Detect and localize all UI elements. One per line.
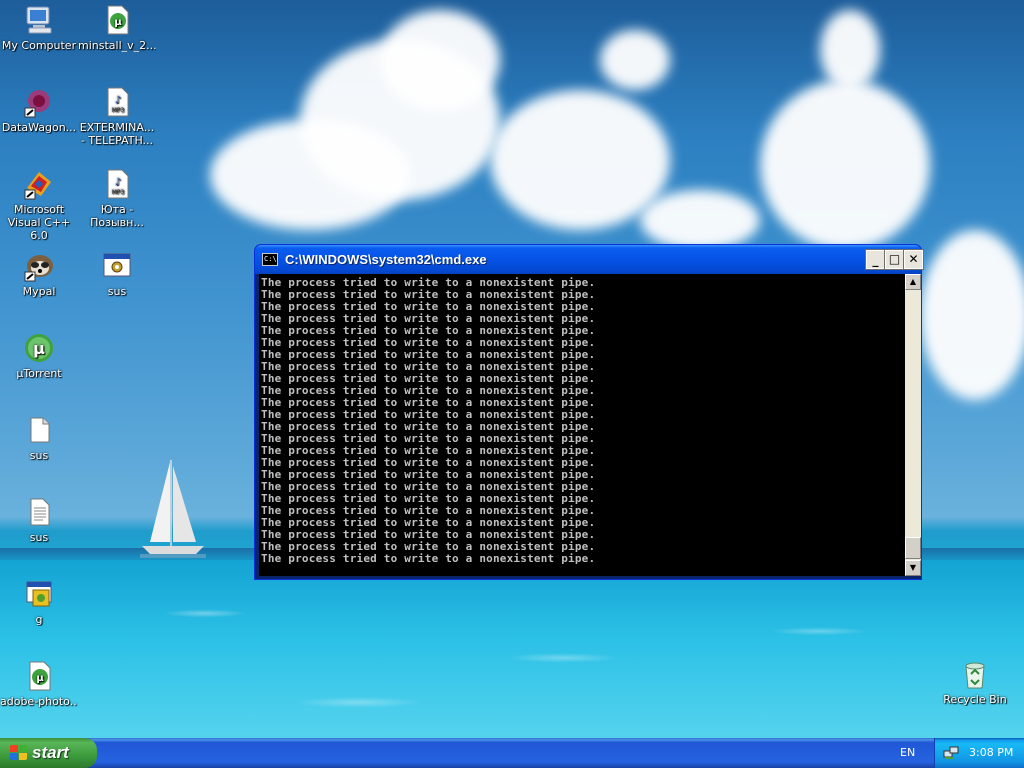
start-label: start	[32, 743, 69, 762]
desktop-icon-label: My Computer	[1, 39, 77, 52]
desktop-icon-label: DataWagon...	[1, 121, 77, 134]
minimize-button[interactable]: _	[865, 249, 886, 270]
text-document-icon	[23, 496, 55, 528]
desktop-icon-adobe-photo[interactable]: µ adobe-photo...	[0, 660, 78, 708]
scroll-up-button[interactable]: ▲	[905, 274, 921, 290]
desktop-icon-sus-text[interactable]: sus	[0, 496, 78, 544]
desktop[interactable]: My Computer DataWagon... Microsoft Visua…	[0, 0, 1024, 738]
maximize-button[interactable]: □	[884, 249, 905, 270]
cloud	[640, 190, 760, 250]
desktop-icon-utorrent[interactable]: µ µTorrent	[0, 332, 78, 380]
desktop-icon-sus-file[interactable]: sus	[0, 414, 78, 462]
scroll-thumb[interactable]	[905, 537, 921, 559]
svg-text:MP3: MP3	[112, 107, 125, 114]
cloud	[380, 10, 500, 110]
scroll-down-button[interactable]: ▼	[905, 560, 921, 576]
desktop-icon-my-computer[interactable]: My Computer	[0, 4, 78, 52]
svg-text:♪: ♪	[115, 177, 121, 188]
cloud	[210, 120, 410, 230]
desktop-icon-mypal[interactable]: Mypal	[0, 250, 78, 298]
cmd-window[interactable]: C:\ C:\WINDOWS\system32\cmd.exe _ □ ✕ Th…	[254, 244, 924, 580]
svg-text:♪: ♪	[115, 95, 121, 106]
window-title: C:\WINDOWS\system32\cmd.exe	[285, 252, 487, 267]
recycle-bin-icon	[959, 658, 991, 690]
desktop-icon-label: sus	[29, 531, 49, 544]
visual-studio-icon	[23, 168, 55, 200]
mypal-raccoon-icon	[23, 250, 55, 282]
mp3-file-icon: ♪ MP3	[101, 86, 133, 118]
cmd-titlebar[interactable]: C:\ C:\WINDOWS\system32\cmd.exe _ □ ✕	[255, 245, 924, 274]
svg-text:MP3: MP3	[112, 189, 125, 196]
svg-text:µ: µ	[36, 673, 44, 684]
cloud	[920, 230, 1024, 400]
datawagon-icon	[23, 86, 55, 118]
svg-text:µ: µ	[114, 17, 122, 28]
network-tray-icon[interactable]	[943, 745, 959, 761]
desktop-icon-minstall[interactable]: µ minstall_v_2...	[78, 4, 156, 52]
application-gear-icon	[101, 250, 133, 282]
desktop-icon-label: minstall_v_2...	[78, 39, 156, 52]
cloud	[820, 10, 880, 90]
desktop-icon-yuta-mp3[interactable]: ♪ MP3 Юта - Позывн...	[78, 168, 156, 229]
desktop-icon-label: Recycle Bin	[943, 693, 1007, 706]
computer-icon	[23, 4, 55, 36]
sea	[0, 560, 1024, 738]
desktop-icon-g[interactable]: g	[0, 578, 78, 626]
start-button[interactable]: start	[0, 738, 97, 768]
desktop-icon-label: sus	[107, 285, 127, 298]
clock[interactable]: 3:08 PM	[969, 746, 1013, 759]
cloud	[600, 30, 670, 90]
svg-text:µ: µ	[33, 339, 45, 358]
desktop-icon-label: Юта - Позывн...	[90, 203, 144, 229]
desktop-icon-label: sus	[29, 449, 49, 462]
desktop-icon-label: EXTERMINA... - TELEPATH...	[79, 121, 155, 147]
desktop-icon-recycle-bin[interactable]: Recycle Bin	[936, 658, 1014, 706]
file-icon	[23, 414, 55, 446]
console-text: The process tried to write to a nonexist…	[261, 276, 596, 565]
desktop-icon-label: µTorrent	[16, 367, 62, 380]
utorrent-icon: µ	[23, 332, 55, 364]
taskbar: start EN 3:08 PM	[0, 738, 1024, 768]
desktop-icon-exterminatus-mp3[interactable]: ♪ MP3 EXTERMINA... - TELEPATH...	[78, 86, 156, 147]
desktop-icon-sus-exe[interactable]: sus	[78, 250, 156, 298]
utorrent-file-icon: µ	[23, 660, 55, 692]
desktop-icon-visual-cpp[interactable]: Microsoft Visual C++ 6.0	[0, 168, 78, 242]
windows-flag-icon	[10, 745, 28, 761]
utorrent-file-icon: µ	[101, 4, 133, 36]
desktop-icon-label: g	[35, 613, 43, 626]
console-icon[interactable]: C:\	[262, 253, 278, 266]
system-tray: 3:08 PM	[934, 738, 1024, 768]
mp3-file-icon: ♪ MP3	[101, 168, 133, 200]
language-indicator[interactable]: EN	[900, 746, 915, 759]
cloud	[760, 80, 930, 250]
desktop-icon-label: adobe-photo...	[0, 695, 78, 708]
batch-file-icon	[23, 578, 55, 610]
console-scrollbar[interactable]: ▲ ▼	[905, 274, 921, 576]
sailboat-image	[140, 460, 206, 558]
console-output[interactable]: The process tried to write to a nonexist…	[259, 274, 905, 576]
close-button[interactable]: ✕	[903, 249, 924, 270]
desktop-icon-label: Microsoft Visual C++ 6.0	[7, 203, 71, 242]
desktop-icon-label: Mypal	[22, 285, 56, 298]
desktop-icon-datawagon[interactable]: DataWagon...	[0, 86, 78, 134]
